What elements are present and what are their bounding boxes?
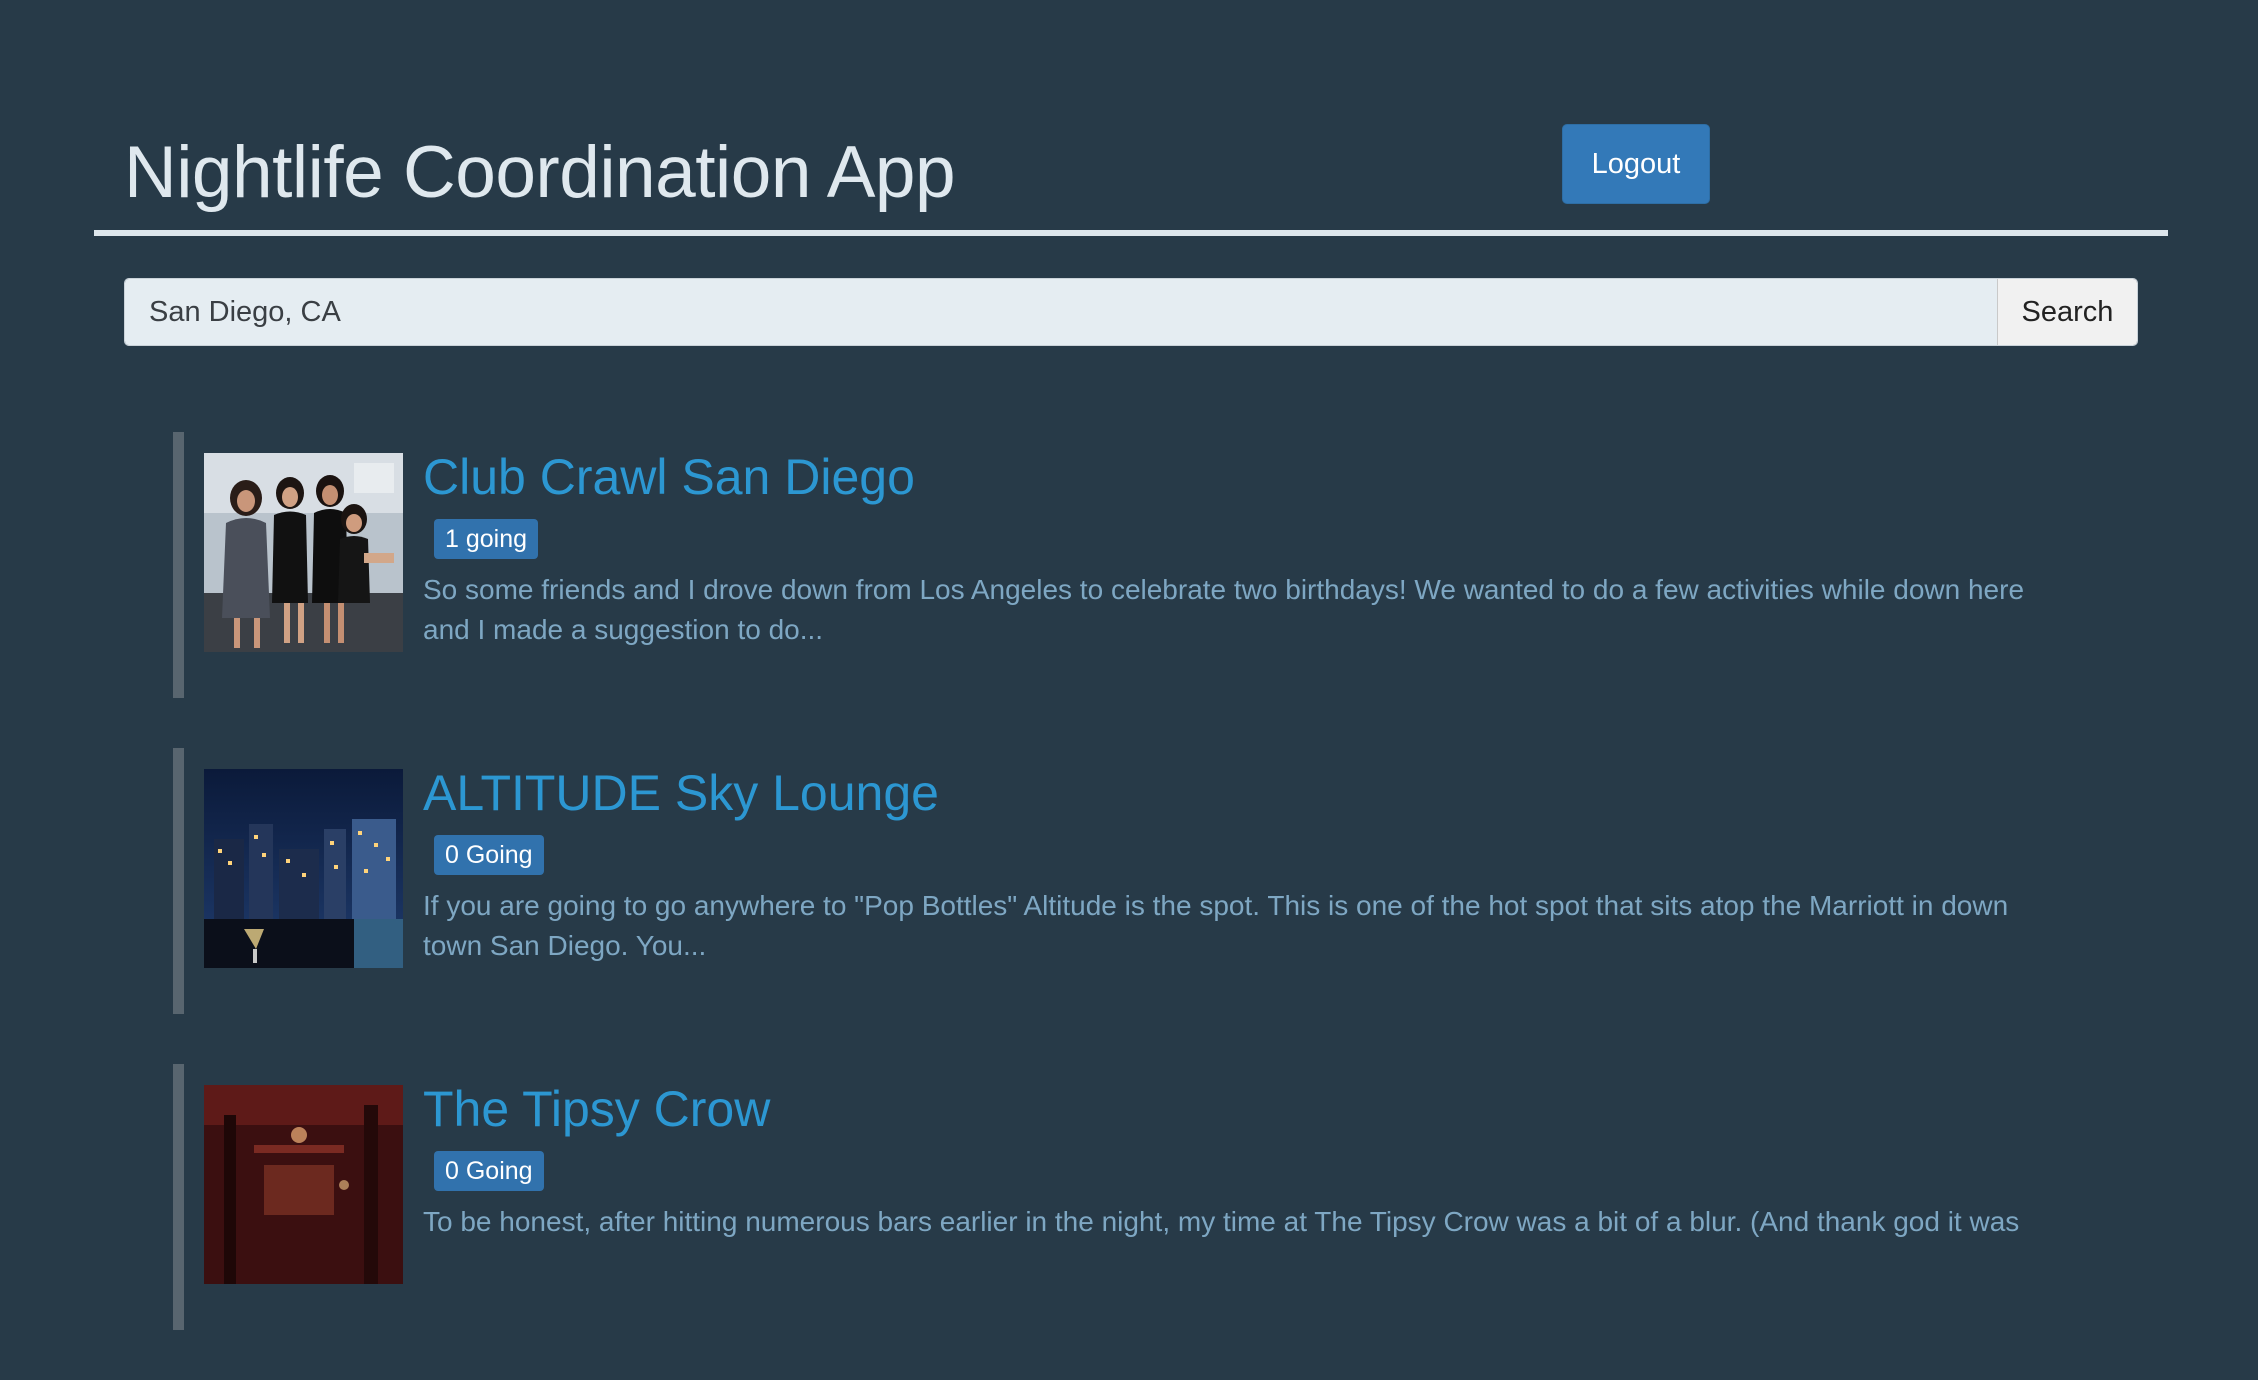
search-bar: Search xyxy=(124,278,2138,346)
result-photo-city-skyline[interactable] xyxy=(204,769,403,968)
result-snippet: If you are going to go anywhere to "Pop … xyxy=(423,890,2009,961)
result-photo-friends-group[interactable] xyxy=(204,453,403,652)
search-button[interactable]: Search xyxy=(1997,279,2137,345)
result-body: The Tipsy Crow 0 Going To be honest, aft… xyxy=(423,1080,2073,1242)
result-body: ALTITUDE Sky Lounge 0 Going If you are g… xyxy=(423,764,2073,966)
result-snippet: So some friends and I drove down from Lo… xyxy=(423,574,2025,645)
logout-button[interactable]: Logout xyxy=(1562,124,1710,204)
result-item-tipsy-crow: The Tipsy Crow 0 Going To be honest, aft… xyxy=(173,1064,2073,1330)
going-count-button[interactable]: 0 Going xyxy=(434,835,544,875)
page-title: Nightlife Coordination App xyxy=(124,132,956,213)
result-item-altitude: ALTITUDE Sky Lounge 0 Going If you are g… xyxy=(173,748,2073,1014)
going-count-button[interactable]: 1 going xyxy=(434,519,539,559)
result-accent-bar xyxy=(173,748,184,1014)
result-accent-bar xyxy=(173,1064,184,1330)
going-count-button[interactable]: 0 Going xyxy=(434,1151,544,1191)
title-divider xyxy=(94,230,2168,236)
location-search-input[interactable] xyxy=(125,279,1997,345)
result-title-link[interactable]: ALTITUDE Sky Lounge xyxy=(423,764,2073,822)
result-item-club-crawl: Club Crawl San Diego 1 going So some fri… xyxy=(173,432,2073,698)
result-body: Club Crawl San Diego 1 going So some fri… xyxy=(423,448,2073,650)
result-title-link[interactable]: The Tipsy Crow xyxy=(423,1080,2073,1138)
result-snippet: To be honest, after hitting numerous bar… xyxy=(423,1206,2020,1237)
result-title-link[interactable]: Club Crawl San Diego xyxy=(423,448,2073,506)
results-list: Club Crawl San Diego 1 going So some fri… xyxy=(173,432,2073,1380)
result-accent-bar xyxy=(173,432,184,698)
result-photo-bar-interior[interactable] xyxy=(204,1085,403,1284)
